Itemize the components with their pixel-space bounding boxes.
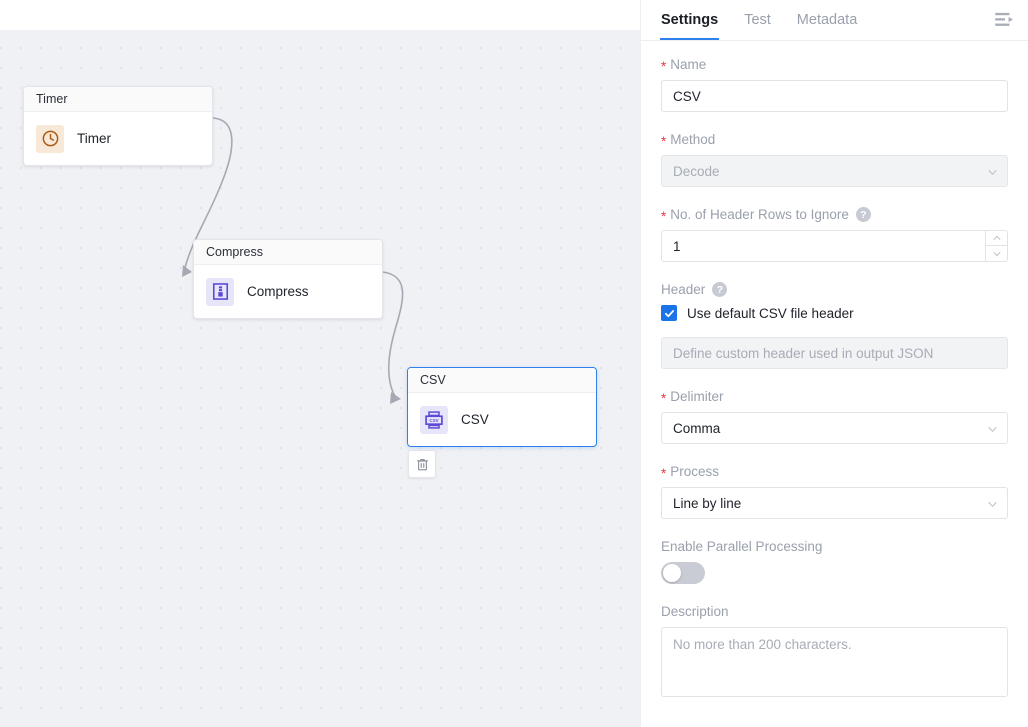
node-csv-label: CSV xyxy=(461,412,489,427)
label-delimiter: * Delimiter xyxy=(661,389,1008,404)
required-asterisk: * xyxy=(661,392,666,406)
node-timer-label: Timer xyxy=(77,131,111,146)
stepper-up-button[interactable] xyxy=(986,231,1007,246)
process-select-value: Line by line xyxy=(673,496,741,511)
chevron-down-icon xyxy=(993,251,1001,257)
node-compress-title: Compress xyxy=(194,240,382,265)
parallel-processing-toggle[interactable] xyxy=(661,562,705,584)
label-name: * Name xyxy=(661,57,1008,72)
settings-form: * Name CSV * Method Decode xyxy=(641,41,1028,697)
label-method: * Method xyxy=(661,132,1008,147)
workflow-editor: Timer Timer Compress xyxy=(0,0,1028,727)
node-csv-title: CSV xyxy=(408,368,596,393)
label-process-text: Process xyxy=(670,464,719,479)
required-asterisk: * xyxy=(661,60,666,74)
stepper-down-button[interactable] xyxy=(986,246,1007,261)
name-input[interactable]: CSV xyxy=(661,80,1008,112)
node-csv-body: CSV CSV xyxy=(408,393,596,446)
field-parallel-processing: Enable Parallel Processing xyxy=(661,539,1008,584)
name-input-value: CSV xyxy=(673,89,701,104)
required-asterisk: * xyxy=(661,210,666,224)
label-parallel-processing: Enable Parallel Processing xyxy=(661,539,1008,554)
chevron-down-icon xyxy=(988,168,997,177)
chevron-up-icon xyxy=(993,235,1001,241)
use-default-header-checkbox-row[interactable]: Use default CSV file header xyxy=(661,305,1008,321)
method-select-value: Decode xyxy=(673,164,720,179)
workflow-canvas[interactable]: Timer Timer Compress xyxy=(0,0,640,727)
header-rows-stepper[interactable] xyxy=(985,231,1007,261)
description-placeholder: No more than 200 characters. xyxy=(673,637,852,652)
field-method: * Method Decode xyxy=(661,132,1008,187)
label-delimiter-text: Delimiter xyxy=(670,389,723,404)
compress-icon xyxy=(206,278,234,306)
tab-metadata[interactable]: Metadata xyxy=(797,0,857,40)
required-asterisk: * xyxy=(661,467,666,481)
label-method-text: Method xyxy=(670,132,715,147)
label-header: Header ? xyxy=(661,282,1008,297)
header-rows-input[interactable]: 1 xyxy=(661,230,1008,262)
label-name-text: Name xyxy=(670,57,706,72)
panel-tabbar: Settings Test Metadata xyxy=(641,0,1028,41)
custom-header-input[interactable]: Define custom header used in output JSON xyxy=(661,337,1008,369)
label-process: * Process xyxy=(661,464,1008,479)
toggle-knob xyxy=(663,564,681,582)
settings-panel: Settings Test Metadata * Name xyxy=(640,0,1028,727)
delimiter-select-value: Comma xyxy=(673,421,720,436)
tab-test[interactable]: Test xyxy=(744,0,771,40)
label-header-text: Header xyxy=(661,282,705,297)
method-select[interactable]: Decode xyxy=(661,155,1008,187)
field-process: * Process Line by line xyxy=(661,464,1008,519)
node-compress-body: Compress xyxy=(194,265,382,318)
panel-list-icon[interactable] xyxy=(992,8,1018,32)
help-icon[interactable]: ? xyxy=(712,282,727,297)
label-parallel-processing-text: Enable Parallel Processing xyxy=(661,539,822,554)
node-compress[interactable]: Compress Compress xyxy=(193,239,383,319)
label-header-rows-text: No. of Header Rows to Ignore xyxy=(670,207,849,222)
label-description: Description xyxy=(661,604,1008,619)
custom-header-placeholder: Define custom header used in output JSON xyxy=(673,346,933,361)
field-header: Header ? Use default CSV file header Def… xyxy=(661,282,1008,369)
field-name: * Name CSV xyxy=(661,57,1008,112)
header-rows-value: 1 xyxy=(673,239,681,254)
field-header-rows: * No. of Header Rows to Ignore ? 1 xyxy=(661,207,1008,262)
check-icon xyxy=(664,308,675,319)
node-timer-body: Timer xyxy=(24,112,212,165)
delimiter-select[interactable]: Comma xyxy=(661,412,1008,444)
required-asterisk: * xyxy=(661,135,666,149)
field-description: Description No more than 200 characters. xyxy=(661,604,1008,697)
svg-text:CSV: CSV xyxy=(429,418,438,423)
chevron-down-icon xyxy=(988,500,997,509)
description-textarea[interactable]: No more than 200 characters. xyxy=(661,627,1008,697)
tab-settings[interactable]: Settings xyxy=(661,0,718,40)
label-header-rows: * No. of Header Rows to Ignore ? xyxy=(661,207,1008,222)
label-description-text: Description xyxy=(661,604,729,619)
delete-node-button[interactable] xyxy=(408,450,436,478)
trash-icon xyxy=(415,457,430,472)
use-default-header-label: Use default CSV file header xyxy=(687,306,854,321)
csv-file-icon: CSV xyxy=(420,406,448,434)
use-default-header-checkbox[interactable] xyxy=(661,305,677,321)
field-delimiter: * Delimiter Comma xyxy=(661,389,1008,444)
help-icon[interactable]: ? xyxy=(856,207,871,222)
node-csv[interactable]: CSV CSV CSV xyxy=(407,367,597,447)
process-select[interactable]: Line by line xyxy=(661,487,1008,519)
clock-icon xyxy=(36,125,64,153)
node-compress-label: Compress xyxy=(247,284,309,299)
chevron-down-icon xyxy=(988,425,997,434)
node-timer[interactable]: Timer Timer xyxy=(23,86,213,166)
node-timer-title: Timer xyxy=(24,87,212,112)
